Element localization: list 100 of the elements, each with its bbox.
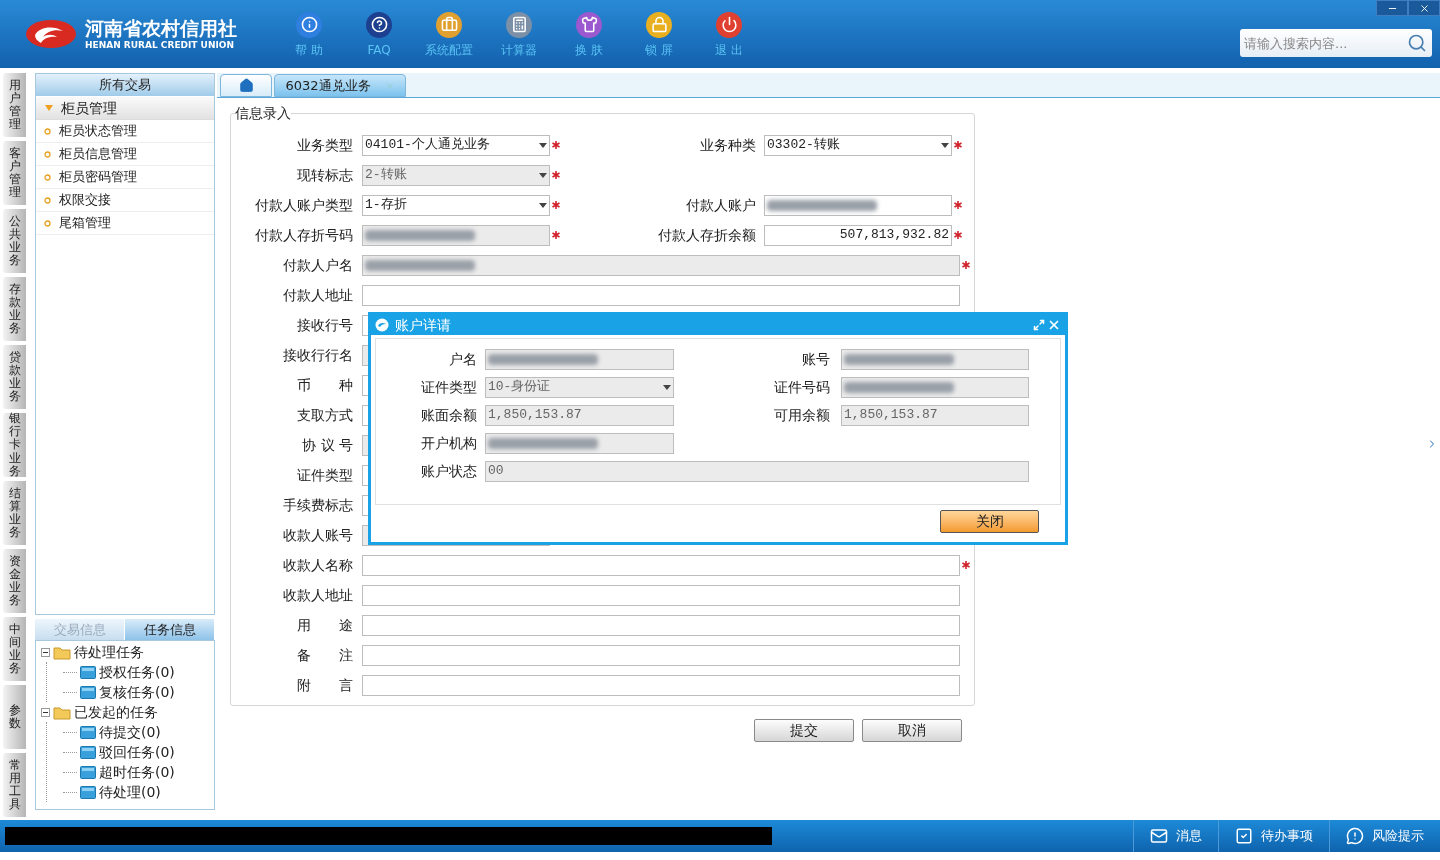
tree-item[interactable]: 复核任务(0) — [99, 681, 175, 703]
dropdown-field[interactable]: 1-存折 — [362, 194, 550, 216]
home-icon — [238, 78, 254, 93]
tree-item[interactable]: 驳回任务(0) — [99, 741, 175, 763]
node-icon — [80, 665, 96, 679]
status-item[interactable]: 风险提示 — [1329, 820, 1440, 852]
section-title: 信息录入 — [235, 104, 291, 123]
field-label: 可用余额 — [773, 405, 830, 425]
field-label: 手续费标志 — [282, 495, 353, 515]
field-label: 收款人账号 — [282, 525, 353, 545]
nav-tab[interactable]: 结算业务 — [3, 481, 26, 545]
status-item[interactable]: 消息 — [1133, 820, 1218, 852]
text-field[interactable] — [362, 584, 960, 606]
dropdown-caret-icon — [539, 202, 547, 208]
nav-tab[interactable]: 资金业务 — [3, 549, 26, 613]
field-label: 付款人户名 — [282, 255, 353, 275]
text-field[interactable]: 507,813,932.82 — [764, 224, 952, 246]
field-label: 接收行号 — [296, 315, 353, 335]
field-label: 币 种 — [296, 375, 353, 395]
field-label: 付款人存折号码 — [254, 225, 353, 245]
skin-icon — [576, 11, 602, 38]
nav-tab[interactable]: 参数 — [3, 685, 26, 749]
minimize-button[interactable] — [1376, 0, 1408, 16]
message-icon — [1150, 827, 1168, 845]
text-field[interactable] — [362, 614, 960, 636]
text-field[interactable] — [362, 674, 960, 696]
field-label: 收款人地址 — [282, 585, 353, 605]
text-field[interactable] — [362, 554, 960, 576]
dropdown-field[interactable]: 04101-个人通兑业务 — [362, 134, 550, 156]
field-label: 账号 — [801, 349, 830, 369]
maximize-icon[interactable] — [1033, 319, 1045, 331]
risk-icon — [1346, 827, 1364, 845]
close-icon[interactable] — [1047, 318, 1061, 332]
tree-item[interactable]: 超时任务(0) — [99, 761, 175, 783]
status-item[interactable]: 待办事项 — [1218, 820, 1329, 852]
search-field[interactable]: 请输入搜索内容... — [1240, 29, 1432, 57]
bullet-icon — [44, 196, 51, 204]
page-tab[interactable]: 6032通兑业务 — [274, 74, 406, 97]
dialog-logo-icon — [375, 318, 389, 332]
nav-tab[interactable]: 存款业务 — [3, 277, 26, 341]
menu-item[interactable]: 柜员状态管理 — [36, 120, 214, 143]
tree-item[interactable]: 已发起的任务 — [74, 701, 158, 723]
node-icon — [80, 765, 96, 779]
collapse-icon[interactable] — [41, 647, 50, 657]
close-button[interactable] — [1408, 0, 1440, 16]
dropdown-caret-icon — [663, 384, 671, 390]
field-label: 账面余额 — [420, 405, 477, 425]
menu-item[interactable]: 权限交接 — [36, 189, 214, 212]
text-field[interactable] — [362, 644, 960, 666]
search-icon[interactable] — [1407, 33, 1427, 53]
field-label: 备 注 — [296, 645, 353, 665]
nav-tab[interactable]: 客户管理 — [3, 141, 26, 205]
nav-tab[interactable]: 贷款业务 — [3, 345, 26, 409]
node-icon — [80, 725, 96, 739]
field-label: 付款人账户 — [685, 195, 757, 215]
field-label: 协 议 号 — [301, 435, 353, 455]
info-icon — [296, 11, 322, 38]
menu-item[interactable]: 柜员密码管理 — [36, 166, 214, 189]
close-icon — [1418, 2, 1430, 14]
close-dialog-button[interactable]: 关闭 — [940, 510, 1039, 533]
field-label: 付款人账户类型 — [254, 195, 353, 215]
calculator-icon — [506, 11, 532, 38]
form-button[interactable]: 取消 — [862, 719, 962, 742]
collapse-icon[interactable] — [41, 707, 50, 717]
tree-item[interactable]: 待提交(0) — [99, 721, 161, 743]
home-tab[interactable] — [220, 74, 272, 97]
dropdown-caret-icon — [539, 142, 547, 148]
tree-item[interactable]: 待处理任务 — [74, 641, 144, 663]
form-button[interactable]: 提交 — [754, 719, 854, 742]
menu-item[interactable]: 柜员信息管理 — [36, 143, 214, 166]
field-label: 证件类型 — [296, 465, 353, 485]
text-field[interactable] — [362, 284, 960, 306]
node-icon — [80, 685, 96, 699]
nav-tab[interactable]: 用户管理 — [3, 73, 26, 137]
dropdown-field[interactable]: 03302-转账 — [764, 134, 952, 156]
text-field[interactable] — [764, 194, 952, 216]
field-label: 户名 — [448, 349, 477, 369]
field-label: 付款人存折余额 — [657, 225, 757, 245]
field-label: 付款人地址 — [282, 285, 353, 305]
group-header[interactable]: 柜员管理 — [36, 97, 214, 120]
nav-tab[interactable]: 银行卡业务 — [3, 413, 26, 477]
tree-item[interactable]: 授权任务(0) — [99, 661, 175, 683]
nav-tab[interactable]: 中间业务 — [3, 617, 26, 681]
field-label: 支取方式 — [296, 405, 353, 425]
menu-item[interactable]: 尾箱管理 — [36, 212, 214, 235]
field-label: 开户机构 — [420, 433, 477, 453]
nav-tab[interactable]: 公共业务 — [3, 209, 26, 273]
sidebar-header: 所有交易 — [36, 74, 214, 96]
node-icon — [80, 745, 96, 759]
folder-icon — [53, 704, 71, 720]
panel-tab[interactable]: 任务信息 — [125, 619, 215, 640]
logo-subtitle: HENAN RURAL CREDIT UNION — [85, 40, 235, 50]
dropdown-caret-icon — [941, 142, 949, 148]
field-label: 账户状态 — [420, 461, 477, 481]
nav-tab[interactable]: 常用工具 — [3, 753, 26, 817]
field-label: 业务类型 — [296, 135, 353, 155]
bullet-icon — [44, 150, 51, 158]
tree-item[interactable]: 待处理(0) — [99, 781, 161, 803]
bullet-icon — [44, 173, 51, 181]
group-label: 柜员管理 — [61, 98, 117, 118]
